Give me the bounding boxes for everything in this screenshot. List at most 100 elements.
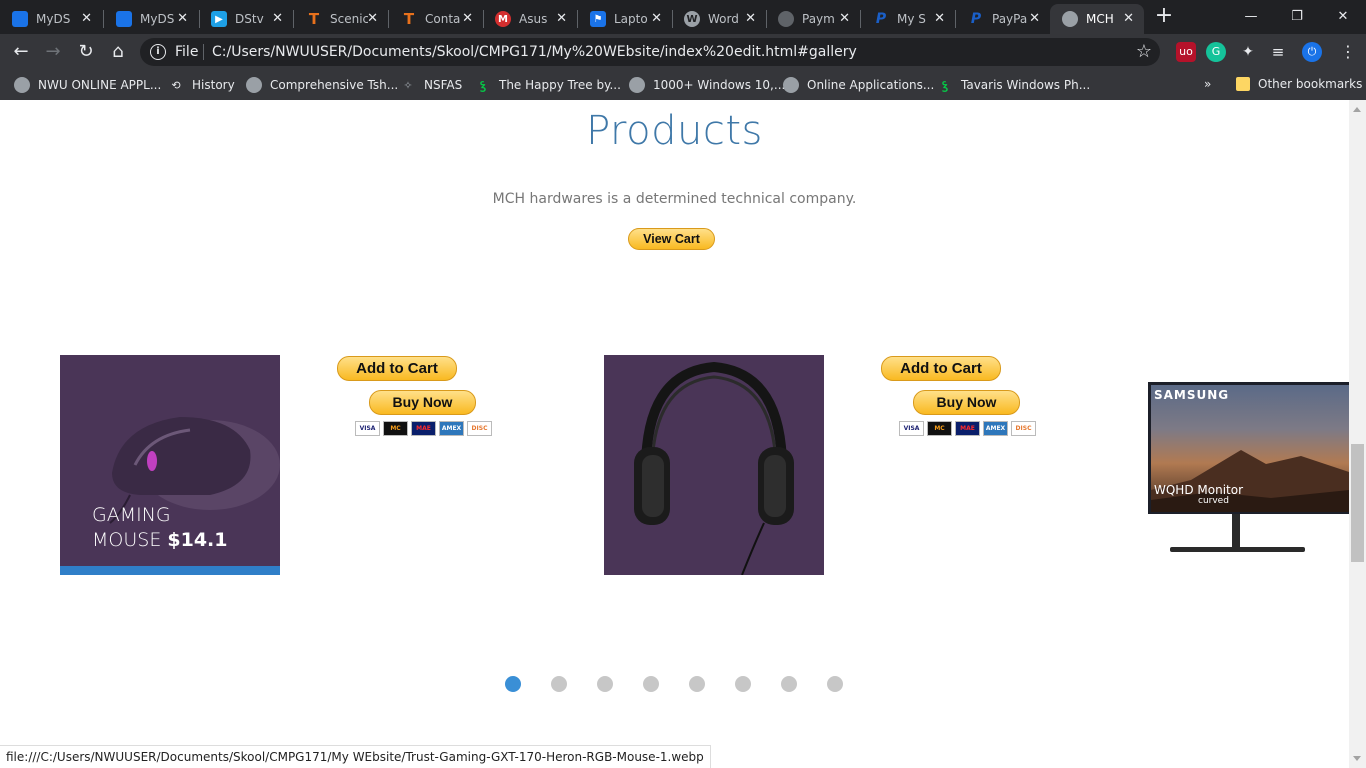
reload-icon[interactable]: ↻	[74, 40, 98, 64]
close-icon[interactable]: ✕	[745, 12, 756, 26]
paypal-icon: P	[875, 11, 887, 27]
bookmark-happy-tree[interactable]: ꝣ The Happy Tree by...	[475, 77, 621, 93]
scroll-down-icon[interactable]	[1353, 756, 1361, 761]
bookmark-nsfas[interactable]: ✧ NSFAS	[400, 77, 462, 93]
restore-button[interactable]: ❐	[1274, 0, 1320, 32]
carousel-dot[interactable]	[689, 676, 705, 692]
close-icon[interactable]: ✕	[462, 12, 473, 26]
tab-strip: MyDS ✕ MyDS ✕ ▶ DStv ✕ T Scenic ✕ T Cont…	[0, 0, 1366, 34]
tab-payment[interactable]: Paym ✕	[766, 4, 860, 34]
view-cart-button[interactable]: View Cart	[628, 228, 715, 250]
carousel-dot[interactable]	[551, 676, 567, 692]
tab-paypal[interactable]: P PayPa ✕	[956, 4, 1050, 34]
close-icon[interactable]: ✕	[367, 12, 378, 26]
close-icon[interactable]: ✕	[651, 12, 662, 26]
home-icon[interactable]: ⌂	[106, 40, 130, 64]
tab-title: Asus	[519, 12, 548, 26]
mastercard-icon: MC	[383, 421, 408, 436]
menu-kebab-icon[interactable]: ⋮	[1336, 40, 1360, 64]
close-icon[interactable]: ✕	[839, 12, 850, 26]
tab-asus[interactable]: M Asus ✕	[483, 4, 577, 34]
product-caption: GAMING MOUSE $14.1	[92, 503, 227, 553]
t-letter-icon: T	[403, 10, 415, 28]
bookmark-label: 1000+ Windows 10,...	[653, 78, 786, 92]
page-viewport: Products MCH hardwares is a determined t…	[0, 100, 1349, 768]
bookmark-history[interactable]: ⟲ History	[168, 77, 234, 93]
discover-icon: DISC	[467, 421, 492, 436]
bookmark-tavaris[interactable]: ꝣ Tavaris Windows Ph...	[937, 77, 1090, 93]
product-image-headphones[interactable]	[604, 355, 824, 575]
info-icon[interactable]: i	[150, 44, 166, 60]
close-icon[interactable]: ✕	[81, 12, 92, 26]
product-name-line2: MOUSE	[92, 529, 162, 551]
scroll-up-icon[interactable]	[1353, 107, 1361, 112]
bookmark-label: The Happy Tree by...	[499, 78, 621, 92]
scrollbar-thumb[interactable]	[1351, 444, 1364, 562]
minimize-button[interactable]: —	[1228, 0, 1274, 32]
bookmark-online-applications[interactable]: Online Applications...	[783, 77, 934, 93]
buy-now-button[interactable]: Buy Now	[369, 390, 476, 415]
amex-icon: AMEX	[983, 421, 1008, 436]
buy-now-button[interactable]: Buy Now	[913, 390, 1020, 415]
bookmark-comprehensive[interactable]: Comprehensive Tsh...	[246, 77, 398, 93]
monitor-base	[1170, 547, 1305, 552]
tab-laptop[interactable]: ⚑ Lapto ✕	[578, 4, 672, 34]
tab-wordpress[interactable]: W Word ✕	[672, 4, 766, 34]
product-image-monitor[interactable]: SAMSUNG WQHD Monitor curved	[1148, 382, 1349, 567]
puzzle-icon[interactable]: ✦	[1238, 42, 1258, 62]
product-name-line1: GAMING	[92, 504, 171, 526]
url-text[interactable]: C:/Users/NWUUSER/Documents/Skool/CMPG171…	[212, 44, 857, 60]
nsfas-icon: ✧	[403, 78, 413, 92]
new-tab-button[interactable]: +	[1152, 5, 1176, 29]
play-icon: ▶	[211, 11, 227, 27]
tab-myds-1[interactable]: MyDS ✕	[0, 4, 102, 34]
globe-icon	[246, 77, 262, 93]
bookmark-nwu[interactable]: NWU ONLINE APPL...	[14, 77, 161, 93]
grammarly-icon[interactable]: G	[1206, 42, 1226, 62]
globe-icon	[629, 77, 645, 93]
visa-icon: VISA	[899, 421, 924, 436]
carousel-dot[interactable]	[781, 676, 797, 692]
carousel-dot[interactable]	[597, 676, 613, 692]
wordpress-icon: W	[684, 11, 700, 27]
ublock-icon[interactable]: uo	[1176, 42, 1196, 62]
bookmark-windows10[interactable]: 1000+ Windows 10,...	[629, 77, 785, 93]
product-image-gaming-mouse[interactable]: GAMING MOUSE $14.1	[60, 355, 280, 575]
forward-arrow-icon[interactable]: →	[41, 40, 65, 64]
tab-scenic[interactable]: T Scenic ✕	[294, 4, 388, 34]
carousel-dot[interactable]	[827, 676, 843, 692]
carousel-dot[interactable]	[735, 676, 751, 692]
close-window-button[interactable]: ✕	[1320, 0, 1366, 32]
close-icon[interactable]: ✕	[1029, 12, 1040, 26]
tab-dstv[interactable]: ▶ DStv ✕	[199, 4, 293, 34]
close-icon[interactable]: ✕	[1123, 12, 1134, 26]
ext-label: ✦	[1242, 44, 1254, 60]
other-bookmarks[interactable]: Other bookmarks	[1236, 77, 1362, 91]
add-to-cart-button[interactable]: Add to Cart	[881, 356, 1001, 381]
tab-mch-active[interactable]: MCH ✕	[1050, 4, 1144, 34]
tab-title: MyDS	[140, 12, 175, 26]
tab-my-s[interactable]: P My S ✕	[861, 4, 955, 34]
add-to-cart-button[interactable]: Add to Cart	[337, 356, 457, 381]
bookmark-star-icon[interactable]: ☆	[1136, 41, 1152, 62]
media-icon[interactable]: ≡	[1268, 42, 1288, 62]
back-arrow-icon[interactable]: ←	[9, 40, 33, 64]
amex-icon: AMEX	[439, 421, 464, 436]
asus-m-icon: M	[495, 11, 511, 27]
globe-icon	[778, 11, 794, 27]
carousel-dot[interactable]	[505, 676, 521, 692]
close-icon[interactable]: ✕	[556, 12, 567, 26]
page-title: Products	[586, 108, 763, 154]
close-icon[interactable]: ✕	[177, 12, 188, 26]
page-scrollbar[interactable]	[1349, 100, 1366, 768]
profile-icon[interactable]: ⏻	[1302, 42, 1322, 62]
close-icon[interactable]: ✕	[934, 12, 945, 26]
myds-icon	[116, 11, 132, 27]
address-bar[interactable]: i File C:/Users/NWUUSER/Documents/Skool/…	[140, 38, 1160, 66]
bookmark-label: Comprehensive Tsh...	[270, 78, 399, 92]
carousel-dot[interactable]	[643, 676, 659, 692]
tab-contact[interactable]: T Conta ✕	[389, 4, 483, 34]
bookmarks-overflow-icon[interactable]: »	[1204, 77, 1211, 91]
tab-myds-2[interactable]: MyDS ✕	[104, 4, 198, 34]
close-icon[interactable]: ✕	[272, 12, 283, 26]
